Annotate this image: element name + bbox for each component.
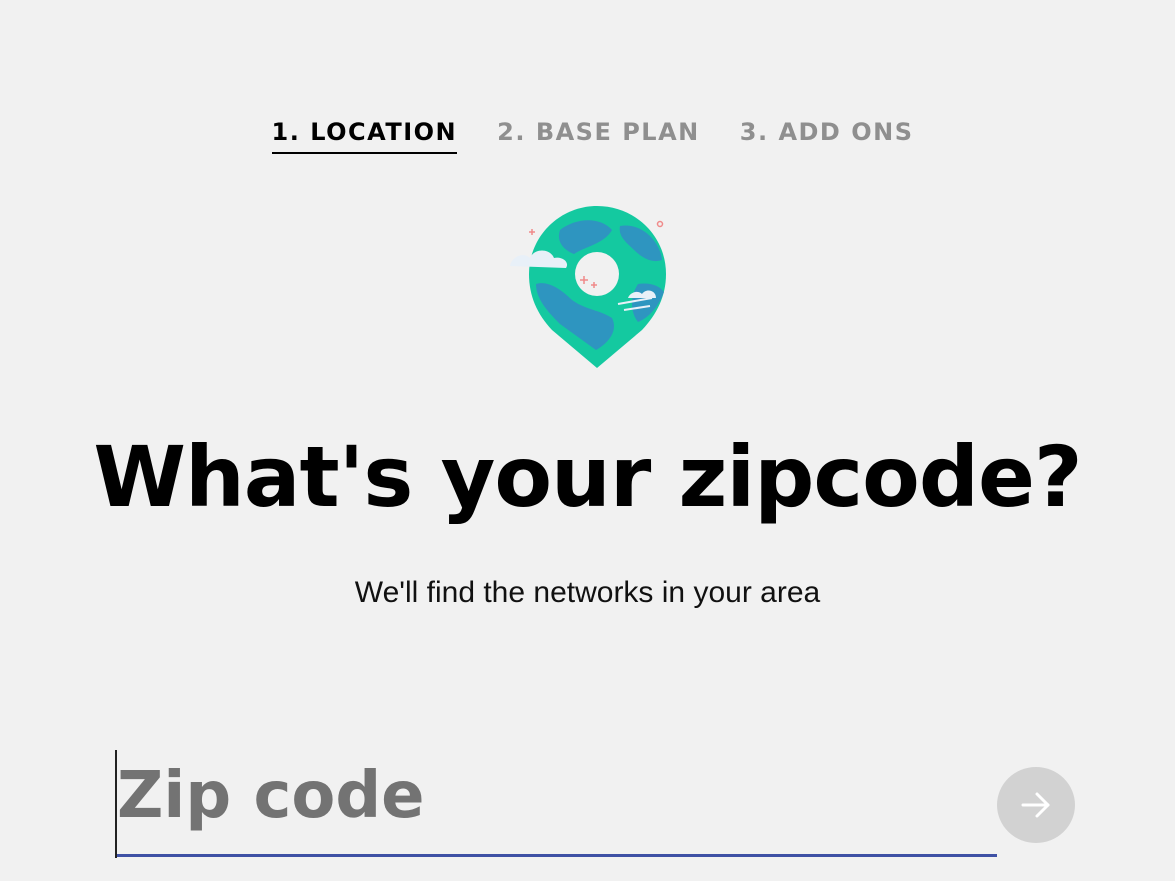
zip-code-input[interactable]: [115, 748, 997, 857]
step-navigation: 1. LOCATION 2. BASE PLAN 3. ADD ONS: [0, 118, 1175, 154]
submit-zip-button[interactable]: [997, 767, 1075, 843]
step-base-plan[interactable]: 2. BASE PLAN: [497, 118, 700, 154]
zip-field-wrapper: [115, 748, 997, 860]
step-add-ons[interactable]: 3. ADD ONS: [740, 118, 914, 154]
page-subtitle: We'll find the networks in your area: [354, 576, 821, 609]
globe-location-pin-icon: [500, 200, 680, 375]
zipcode-page: 1. LOCATION 2. BASE PLAN 3. ADD ONS What…: [0, 0, 1175, 881]
step-location[interactable]: 1. LOCATION: [271, 118, 458, 154]
arrow-right-icon: [1021, 792, 1050, 818]
page-title: What's your zipcode?: [93, 428, 1082, 526]
text-caret: [115, 750, 117, 858]
